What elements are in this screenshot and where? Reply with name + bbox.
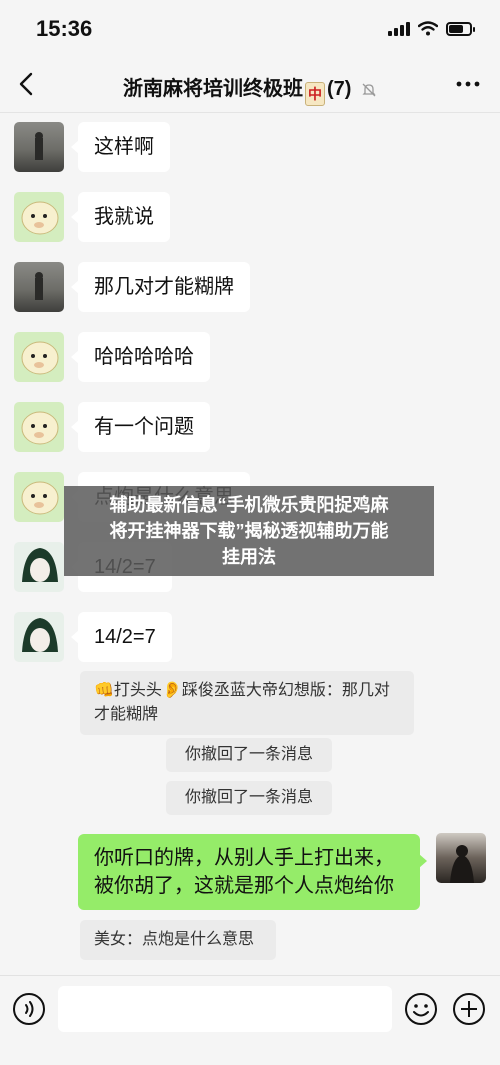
- quote-sender: 打头头: [113, 682, 162, 699]
- status-bar: 15:36: [0, 0, 500, 58]
- message-bubble[interactable]: 这样啊: [71, 122, 170, 172]
- person-silhouette-icon: [35, 132, 43, 160]
- message-bubble[interactable]: 那几对才能糊牌: [71, 262, 250, 312]
- message-bubble[interactable]: 我就说: [71, 192, 170, 242]
- more-options-icon[interactable]: [454, 72, 482, 96]
- system-message: 你撤回了一条消息: [166, 738, 332, 772]
- mute-bell-icon: [362, 83, 376, 97]
- sheep-avatar-icon: [21, 201, 59, 235]
- fist-emoji: 👊: [94, 682, 114, 699]
- system-message: 你撤回了一条消息: [166, 781, 332, 815]
- sheep-avatar-icon: [21, 481, 59, 515]
- sheep-avatar-icon: [21, 341, 59, 375]
- mahjong-tile-icon: 中: [304, 82, 325, 106]
- avatar[interactable]: [14, 612, 64, 662]
- message-bubble[interactable]: 有一个问题: [71, 402, 210, 452]
- overlay-line: 将开挂神器下载”揭秘透视辅助万能: [109, 521, 389, 541]
- wifi-icon: [418, 21, 438, 36]
- person-silhouette-icon: [35, 272, 43, 300]
- my-message-line: 你听口的牌，从别人手上打出来，: [94, 847, 394, 869]
- signal-icon: [388, 21, 410, 36]
- avatar[interactable]: [14, 542, 64, 592]
- quoted-message[interactable]: 👊打头头👂踩俊丞蓝大帝幻想版：那几对才能糊牌: [80, 671, 414, 735]
- my-quoted-message[interactable]: 美女：点炮是什么意思: [80, 920, 276, 960]
- sheep-avatar-icon: [21, 411, 59, 445]
- chat-title: 浙南麻将培训终极班中 (7): [0, 72, 500, 106]
- avatar[interactable]: [14, 402, 64, 452]
- input-bar: [0, 975, 500, 1065]
- avatar[interactable]: [14, 472, 64, 522]
- status-time: 15:36: [36, 16, 93, 41]
- ear-emoji: 👂: [161, 682, 182, 699]
- anime-avatar-icon: [22, 548, 58, 582]
- avatar[interactable]: [14, 262, 64, 312]
- person-silhouette-icon: [450, 845, 474, 883]
- anime-avatar-icon: [22, 618, 58, 652]
- overlay-line: 辅助最新信息“手机微乐贵阳捉鸡麻: [109, 495, 389, 515]
- avatar[interactable]: [14, 332, 64, 382]
- message-bubble[interactable]: 14/2=7: [71, 612, 172, 662]
- my-avatar[interactable]: [436, 833, 486, 883]
- plus-icon[interactable]: [452, 992, 486, 1026]
- group-name: 浙南麻将培训终极班: [122, 78, 303, 100]
- message-input[interactable]: [58, 986, 392, 1032]
- overlay-banner: 辅助最新信息“手机微乐贵阳捉鸡麻 将开挂神器下载”揭秘透视辅助万能 挂用法: [64, 486, 434, 576]
- member-count: (7): [326, 78, 352, 100]
- voice-input-icon[interactable]: [12, 992, 46, 1026]
- avatar[interactable]: [14, 122, 64, 172]
- my-message-line: 被你胡了，这就是那个人点炮给你: [94, 875, 394, 897]
- battery-icon: [446, 21, 475, 36]
- chat-header: 浙南麻将培训终极班中 (7): [0, 58, 500, 113]
- avatar[interactable]: [14, 192, 64, 242]
- emoji-icon[interactable]: [404, 992, 438, 1026]
- my-message-bubble[interactable]: 你听口的牌，从别人手上打出来， 被你胡了，这就是那个人点炮给你: [78, 834, 427, 910]
- status-icons: [388, 21, 475, 36]
- message-bubble[interactable]: 哈哈哈哈哈: [71, 332, 210, 382]
- overlay-line: 挂用法: [222, 547, 276, 567]
